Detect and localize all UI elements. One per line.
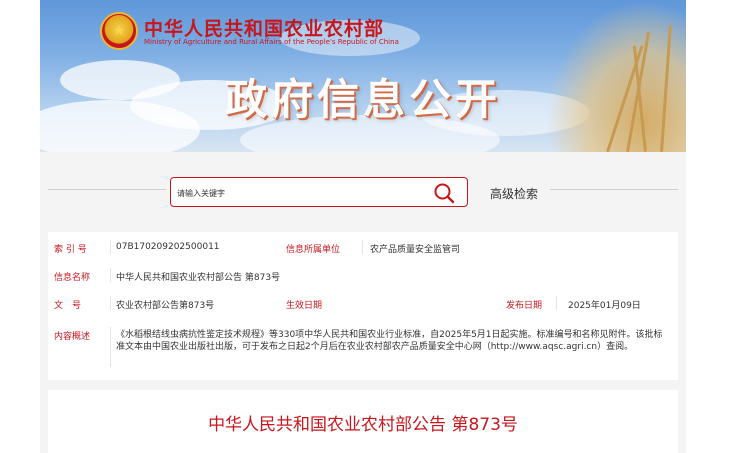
national-emblem-icon: ★ [100, 12, 138, 50]
publish-date-value: 2025年01月09日 [568, 301, 641, 311]
index-value: 07B170209202500011 [116, 242, 220, 252]
unit-label: 信息所属单位 [286, 245, 341, 255]
unit-value: 农产品质量安全监管司 [370, 245, 461, 255]
info-panel: 索 引 号 07B170209202500011 信息所属单位 农产品质量安全监… [48, 232, 678, 380]
notice-title: 中华人民共和国农业农村部公告 第873号 [208, 415, 518, 435]
name-label: 信息名称 [54, 273, 91, 283]
name-value: 中华人民共和国农业农村部公告 第873号 [116, 273, 281, 283]
advanced-search-link[interactable]: 高级检索 [490, 185, 538, 202]
summary-text: 《水稻根结线虫病抗性鉴定技术规程》等330项中华人民共和国农业行业标准，自202… [116, 330, 663, 352]
search-input[interactable] [177, 185, 427, 201]
doc-number-label: 文 号 [54, 301, 82, 311]
notice-box: 中华人民共和国农业农村部公告 第873号 [48, 390, 678, 453]
search-bar: 高级检索 [40, 152, 686, 218]
index-label: 索 引 号 [54, 245, 87, 255]
publish-date-label: 发布日期 [506, 301, 543, 311]
summary-label: 内容概述 [54, 332, 91, 342]
doc-number-value: 农业农村部公告第873号 [116, 301, 215, 311]
search-icon[interactable] [433, 182, 455, 204]
divider-left [48, 189, 166, 190]
divider-right [550, 189, 678, 190]
search-box [170, 177, 468, 207]
page: ★ 中华人民共和国农业农村部 Ministry of Agriculture a… [0, 0, 740, 453]
ministry-name-en: Ministry of Agriculture and Rural Affair… [144, 38, 399, 46]
effective-date-label: 生效日期 [286, 301, 323, 311]
banner-title: 政府信息公开 [224, 75, 501, 124]
ministry-name[interactable]: 中华人民共和国农业农村部 [144, 14, 384, 41]
header-banner: ★ 中华人民共和国农业农村部 Ministry of Agriculture a… [40, 0, 686, 152]
content-wrapper: ★ 中华人民共和国农业农村部 Ministry of Agriculture a… [40, 0, 686, 453]
